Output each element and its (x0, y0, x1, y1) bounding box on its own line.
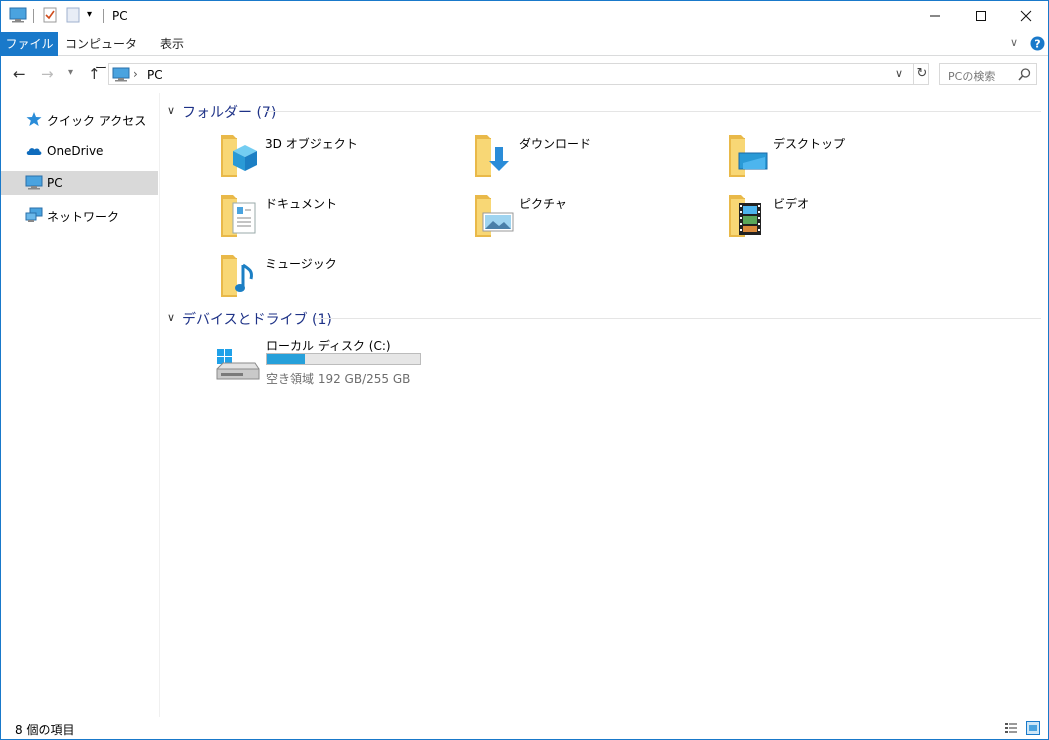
tab-view[interactable]: 表示 (153, 32, 191, 56)
music-folder-icon (221, 255, 253, 297)
explorer-window: ▾ PC ファイル コンピューター 表示 ∨ ? ← → ▾ ↑ › PC ∨ … (0, 0, 1049, 740)
expand-ribbon-icon[interactable]: ∨ (1010, 36, 1018, 49)
pictures-folder-icon (475, 195, 514, 237)
sidebar-item-quick-access[interactable]: クイック アクセス (1, 107, 158, 131)
window-title: PC (112, 9, 128, 23)
collapse-chevron-icon[interactable]: ∨ (167, 311, 175, 324)
folder-tile-music[interactable]: ミュージック (219, 251, 459, 307)
recent-locations-chevron-icon[interactable]: ▾ (68, 67, 73, 78)
folder-label: ピクチャ (519, 197, 567, 211)
title-bar: ▾ PC (1, 1, 1048, 32)
navigation-bar: ← → ▾ ↑ › PC ∨ ↻ PCの検索 (1, 57, 1048, 91)
drive-usage-bar (266, 353, 421, 365)
sidebar-item-label: クイック アクセス (47, 114, 147, 128)
navigation-pane: クイック アクセス OneDrive PC ネットワーク (1, 93, 160, 717)
sidebar-item-label: ネットワーク (47, 210, 120, 224)
address-dropdown-icon[interactable]: ∨ (895, 67, 903, 80)
folder-tile-downloads[interactable]: ダウンロード (473, 131, 713, 187)
minimize-icon (930, 15, 940, 17)
details-view-icon[interactable] (1004, 721, 1018, 735)
address-bar[interactable]: › PC ∨ ↻ (108, 63, 929, 85)
search-icon[interactable] (1018, 68, 1031, 81)
sidebar-item-onedrive[interactable]: OneDrive (1, 139, 158, 163)
large-icons-view-icon[interactable] (1026, 721, 1040, 735)
sidebar-item-label: PC (47, 176, 63, 190)
3d-objects-folder-icon (221, 135, 257, 177)
computer-icon[interactable] (9, 7, 27, 25)
group-divider (265, 111, 1041, 112)
drive-free-space: 空き領域 192 GB/255 GB (266, 372, 411, 386)
folder-tile-3d-objects[interactable]: 3D オブジェクト (219, 131, 459, 187)
collapse-chevron-icon[interactable]: ∨ (167, 104, 175, 117)
properties-icon[interactable] (43, 7, 57, 25)
computer-icon (25, 175, 43, 190)
computer-icon (112, 67, 130, 82)
downloads-folder-icon (475, 135, 509, 177)
group-title: デバイスとドライブ (1) (182, 312, 332, 328)
maximize-button[interactable] (958, 1, 1004, 31)
folder-tile-desktop[interactable]: デスクトップ (727, 131, 967, 187)
toolbar-separator (103, 9, 104, 23)
minimize-button[interactable] (912, 1, 958, 31)
folder-label: ダウンロード (519, 137, 592, 151)
group-divider (315, 318, 1041, 319)
sidebar-item-pc[interactable]: PC (1, 171, 158, 195)
item-count: 8 個の項目 (15, 723, 75, 737)
documents-folder-icon (221, 195, 256, 237)
status-bar: 8 個の項目 (1, 717, 1048, 739)
network-icon (25, 207, 43, 222)
breadcrumb-chevron-icon[interactable]: › (133, 67, 138, 81)
drive-label: ローカル ディスク (C:) (266, 339, 391, 353)
help-icon[interactable]: ? (1030, 36, 1045, 51)
drive-usage-fill (267, 354, 305, 364)
folder-tile-pictures[interactable]: ピクチャ (473, 191, 713, 247)
forward-arrow-icon[interactable]: → (41, 65, 54, 83)
desktop-folder-icon (729, 135, 768, 177)
sidebar-item-network[interactable]: ネットワーク (1, 203, 158, 227)
folder-label: ミュージック (265, 257, 337, 271)
search-box[interactable]: PCの検索 (939, 63, 1037, 85)
back-arrow-icon[interactable]: ← (13, 65, 26, 83)
folder-label: デスクトップ (773, 137, 846, 151)
folder-label: ビデオ (773, 197, 810, 211)
cloud-icon (26, 148, 42, 155)
breadcrumb-pc[interactable]: PC (147, 68, 163, 82)
folder-label: 3D オブジェクト (265, 137, 358, 151)
drive-tile-local-disk-c[interactable]: ローカル ディスク (C:) 空き領域 192 GB/255 GB (215, 339, 435, 399)
close-icon (1020, 10, 1032, 22)
folder-tile-documents[interactable]: ドキュメント (219, 191, 459, 247)
content-pane: ∨ フォルダー (7) 3D オブジェクト ダウンロード デスクトップ ドキュメ… (161, 93, 1047, 717)
hard-drive-icon (216, 349, 260, 380)
tab-file[interactable]: ファイル (1, 32, 58, 56)
star-icon (26, 112, 42, 126)
videos-folder-icon (729, 195, 761, 237)
close-button[interactable] (1003, 1, 1049, 31)
ribbon-tabs: ファイル コンピューター 表示 ∨ ? (1, 32, 1048, 75)
tab-computer[interactable]: コンピューター (65, 32, 137, 75)
sidebar-item-label: OneDrive (47, 144, 104, 158)
up-arrow-icon[interactable]: ↑ (88, 65, 101, 83)
customize-toolbar-icon[interactable]: ▾ (87, 9, 92, 27)
group-title: フォルダー (7) (182, 105, 277, 121)
new-folder-icon[interactable] (66, 7, 80, 25)
svg-text:?: ? (1034, 38, 1040, 51)
search-placeholder: PCの検索 (948, 70, 996, 83)
maximize-icon (976, 11, 986, 21)
folder-label: ドキュメント (265, 197, 338, 211)
toolbar-separator (33, 9, 34, 23)
folder-tile-videos[interactable]: ビデオ (727, 191, 967, 247)
refresh-icon[interactable]: ↻ (914, 66, 930, 81)
